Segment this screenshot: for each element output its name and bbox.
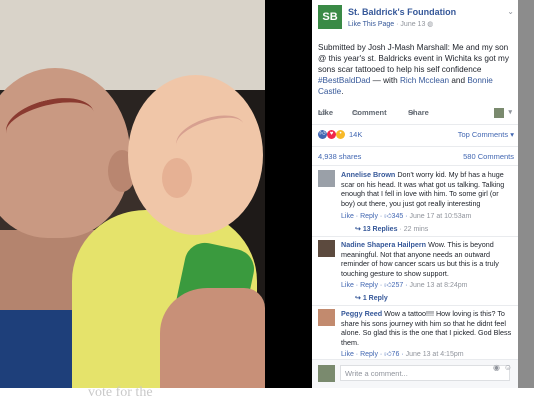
post-options-chevron-icon[interactable]: ⌄ — [507, 7, 514, 16]
and-text: and — [451, 76, 466, 85]
comment-like-icon: 👍︎ — [384, 351, 392, 358]
top-comments-label: Top Comments — [457, 130, 509, 139]
comment-time[interactable]: June 13 at 8:24pm — [409, 282, 467, 289]
post-photo[interactable] — [0, 0, 265, 388]
comment-like-count[interactable]: 76 — [392, 351, 400, 358]
comment-like-link[interactable]: Like — [341, 213, 354, 220]
emoji-icon[interactable]: ☺ — [504, 363, 512, 372]
like-page-link[interactable]: Like This Page — [348, 21, 394, 28]
camera-icon[interactable]: ◉ — [493, 363, 500, 372]
view-replies[interactable]: ↪ 1 Reply — [355, 294, 388, 302]
commenter-avatar[interactable] — [318, 240, 335, 257]
right-edge-shade — [518, 0, 534, 388]
comment-reply-link[interactable]: Reply — [360, 351, 378, 358]
comment-item: Peggy Reed Wow a tattoo!!!! How loving i… — [318, 309, 514, 359]
divider — [312, 124, 518, 125]
comment-body: Annelise Brown Don't worry kid. My bf ha… — [341, 170, 514, 208]
top-comments-sort[interactable]: Top Comments ▾ — [458, 130, 514, 139]
reactions-count[interactable]: 14K — [349, 130, 362, 139]
comment-like-count[interactable]: 345 — [392, 213, 404, 220]
divider — [312, 146, 518, 147]
facebook-post-panel: SB St. Baldrick's Foundation Like This P… — [312, 0, 518, 388]
comment-like-link[interactable]: Like — [341, 282, 354, 289]
comment-time[interactable]: June 17 at 10:53am — [409, 213, 471, 220]
replies-count: 1 Reply — [362, 295, 388, 302]
share-label: Share — [408, 108, 429, 117]
commenter-avatar[interactable] — [318, 309, 335, 326]
comment-like-icon: 👍︎ — [384, 213, 392, 220]
reply-arrow-icon: ↪ — [355, 295, 361, 302]
post-actions: 👍︎ Like ▭ Comment ↪ Share ▾ — [318, 108, 514, 120]
caret-down-icon[interactable]: ▾ — [508, 108, 512, 116]
post-text: Submitted by Josh J-Mash Marshall: Me an… — [318, 42, 514, 97]
commenter-name[interactable]: Annelise Brown — [341, 170, 395, 179]
comment-reply-link[interactable]: Reply — [360, 282, 378, 289]
hashtag-link[interactable]: #BestBaldDad — [318, 76, 370, 85]
faded-caption: vote for the — [88, 385, 153, 400]
divider — [312, 236, 518, 237]
comment-like-count[interactable]: 257 — [392, 282, 404, 289]
comment-time[interactable]: June 13 at 4:15pm — [406, 351, 464, 358]
replies-separator: · — [399, 226, 402, 233]
view-replies[interactable]: ↪ 13 Replies · 22 mins — [355, 225, 428, 233]
replies-count: 13 Replies — [362, 226, 398, 233]
comment-item: Nadine Shapera Hailpern Wow. This is bey… — [318, 240, 514, 304]
page-logo-icon[interactable]: SB — [318, 5, 342, 29]
divider — [312, 165, 518, 166]
love-reaction-icon: ♥ — [327, 130, 336, 139]
shares-row: 4,938 shares 580 Comments — [318, 152, 514, 162]
comment-meta: Like · Reply · 👍︎257 · June 13 at 8:24pm — [341, 282, 468, 289]
post-header: SB St. Baldrick's Foundation Like This P… — [318, 5, 514, 33]
wow-reaction-icon: • — [336, 130, 345, 139]
my-avatar[interactable] — [318, 365, 335, 382]
comment-body: Peggy Reed Wow a tattoo!!!! How loving i… — [341, 309, 514, 347]
photo-dad-arm — [160, 288, 265, 388]
comments-count[interactable]: 580 Comments — [463, 152, 514, 161]
comment-label: Comment — [352, 108, 387, 117]
comment-item: Annelise Brown Don't worry kid. My bf ha… — [318, 170, 514, 236]
photo-side-gap — [265, 0, 312, 388]
divider — [312, 305, 518, 306]
like-label: Like — [318, 108, 334, 117]
bottom-strip — [0, 388, 534, 401]
comment-composer: Write a comment... ◉ ☺ — [312, 359, 518, 388]
page-name-link[interactable]: St. Baldrick's Foundation — [348, 7, 456, 17]
reactions-row[interactable]: 👍︎ ♥ • 14K Top Comments ▾ — [318, 130, 514, 142]
page-meta: Like This Page · June 13 ◍ — [348, 20, 433, 28]
reply-arrow-icon: ↪ — [355, 226, 361, 233]
globe-icon: ◍ — [427, 21, 434, 28]
shares-count[interactable]: 4,938 shares — [318, 152, 361, 161]
commenter-avatar[interactable] — [318, 170, 335, 187]
comment-reply-link[interactable]: Reply — [360, 213, 378, 220]
comment-like-link[interactable]: Like — [341, 351, 354, 358]
viewer-avatar[interactable] — [494, 108, 504, 118]
with-text: — with — [372, 76, 398, 85]
commenter-name[interactable]: Peggy Reed — [341, 309, 382, 318]
replies-time: 22 mins — [403, 226, 429, 233]
post-body: Submitted by Josh J-Mash Marshall: Me an… — [318, 43, 509, 74]
comment-meta: Like · Reply · 👍︎345 · June 17 at 10:53a… — [341, 213, 472, 220]
comment-input[interactable]: Write a comment... — [340, 365, 510, 381]
tagged-user-1[interactable]: Rich Mcclean — [400, 76, 449, 85]
comment-body: Nadine Shapera Hailpern Wow. This is bey… — [341, 240, 514, 278]
period: . — [341, 87, 344, 96]
comment-meta: Like · Reply · 👍︎76 · June 13 at 4:15pm — [341, 351, 464, 358]
like-reaction-icon: 👍︎ — [318, 130, 327, 139]
post-date[interactable]: June 13 — [400, 21, 425, 28]
photo-kid-ear — [162, 158, 192, 198]
comment-like-icon: 👍︎ — [384, 282, 392, 289]
commenter-name[interactable]: Nadine Shapera Hailpern — [341, 240, 426, 249]
